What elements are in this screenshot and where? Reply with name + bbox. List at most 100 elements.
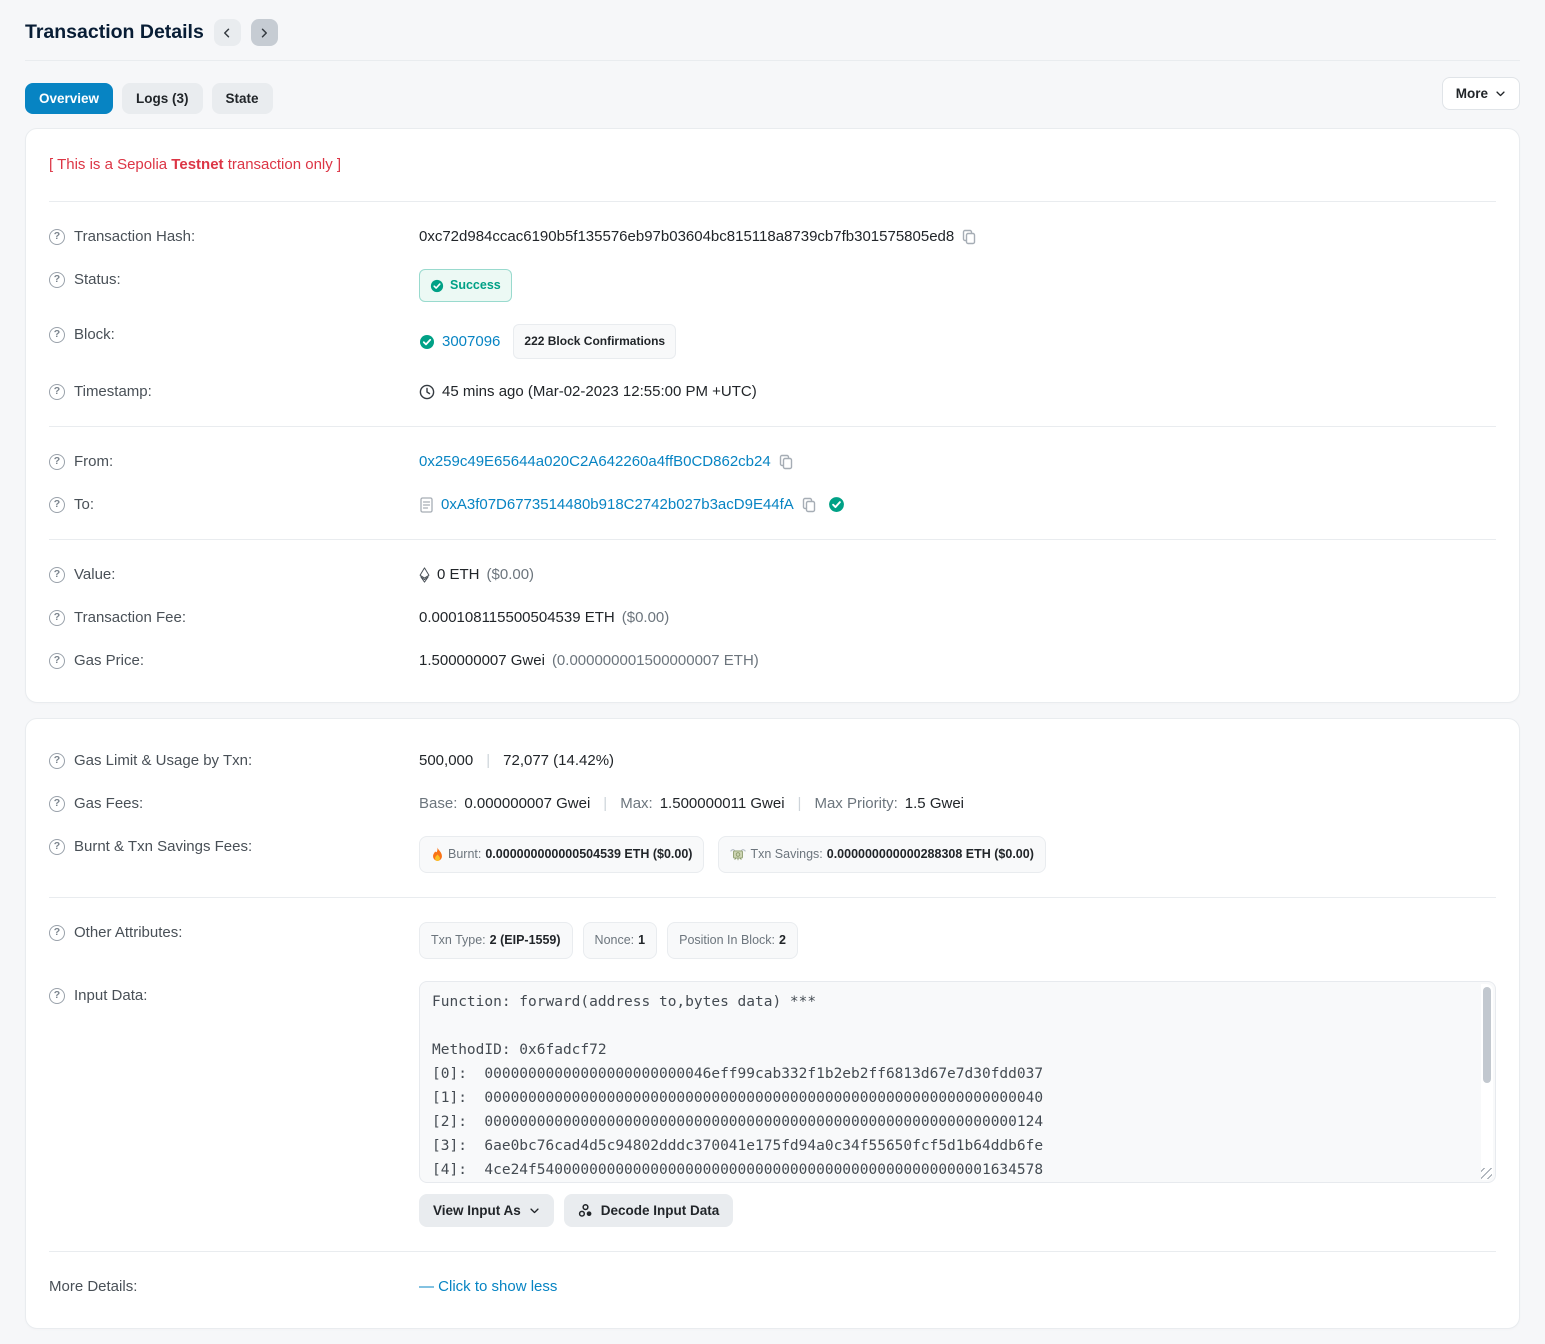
help-icon: ? bbox=[49, 653, 65, 669]
gas-price-label: ? Gas Price: bbox=[49, 650, 419, 671]
copy-icon bbox=[961, 229, 977, 245]
decode-input-data-label: Decode Input Data bbox=[601, 1203, 720, 1218]
to-address-link[interactable]: 0xA3f07D6773514480b918C2742b027b3acD9E44… bbox=[441, 494, 794, 515]
clock-icon bbox=[419, 384, 435, 400]
more-details-label: More Details: bbox=[49, 1276, 419, 1297]
show-less-link[interactable]: — Click to show less bbox=[419, 1276, 557, 1297]
input-data-content: Function: forward(address to,bytes data)… bbox=[432, 990, 1471, 1183]
details-card: ? Gas Limit & Usage by Txn: 500,000 | 72… bbox=[25, 718, 1520, 1329]
gas-limit-label: ? Gas Limit & Usage by Txn: bbox=[49, 750, 419, 771]
transaction-fee-label: ? Transaction Fee: bbox=[49, 607, 419, 628]
tab-state[interactable]: State bbox=[212, 83, 273, 114]
help-icon: ? bbox=[49, 839, 65, 855]
copy-transaction-hash-button[interactable] bbox=[961, 229, 977, 245]
warning-prefix: [ This is a Sepolia bbox=[49, 156, 171, 173]
gas-limit-row: ? Gas Limit & Usage by Txn: 500,000 | 72… bbox=[49, 739, 1496, 782]
more-dropdown-button[interactable]: More bbox=[1442, 77, 1520, 110]
to-label: ? To: bbox=[49, 494, 419, 515]
max-fee-label: Max: bbox=[620, 793, 653, 814]
block-number-link[interactable]: 3007096 bbox=[442, 331, 500, 352]
help-icon: ? bbox=[49, 229, 65, 245]
max-fee-value: 1.500000011 Gwei bbox=[660, 793, 785, 814]
warning-bold: Testnet bbox=[171, 156, 223, 173]
help-icon: ? bbox=[49, 753, 65, 769]
check-circle-icon bbox=[430, 279, 444, 293]
tab-overview[interactable]: Overview bbox=[25, 83, 113, 114]
max-priority-label: Max Priority: bbox=[814, 793, 897, 814]
decode-input-data-button[interactable]: Decode Input Data bbox=[564, 1194, 734, 1227]
gas-fees-row: ? Gas Fees: Base: 0.000000007 Gwei | Max… bbox=[49, 782, 1496, 825]
status-badge: Success bbox=[419, 269, 512, 302]
previous-transaction-button[interactable] bbox=[214, 19, 241, 46]
txn-savings-badge-label: Txn Savings: bbox=[750, 844, 822, 865]
help-icon: ? bbox=[49, 610, 65, 626]
burnt-savings-label: ? Burnt & Txn Savings Fees: bbox=[49, 836, 419, 857]
more-dropdown-label: More bbox=[1456, 86, 1488, 101]
help-icon: ? bbox=[49, 988, 65, 1004]
testnet-warning: [ This is a Sepolia Testnet transaction … bbox=[49, 149, 1496, 188]
other-attributes-row: ? Other Attributes: Txn Type: 2 (EIP-155… bbox=[49, 911, 1496, 970]
from-address-link[interactable]: 0x259c49E65644a020C2A642260a4ffB0CD862cb… bbox=[419, 451, 771, 472]
gas-price-amount: 1.500000007 Gwei bbox=[419, 650, 545, 671]
block-confirmations-badge: 222 Block Confirmations bbox=[513, 324, 676, 359]
view-input-as-label: View Input As bbox=[433, 1203, 521, 1218]
from-row: ? From: 0x259c49E65644a020C2A642260a4ffB… bbox=[49, 440, 1496, 483]
burnt-savings-row: ? Burnt & Txn Savings Fees: Burnt: 0.000… bbox=[49, 825, 1496, 884]
help-icon: ? bbox=[49, 272, 65, 288]
chevron-down-icon bbox=[529, 1205, 540, 1216]
transaction-fee-row: ? Transaction Fee: 0.000108115500504539 … bbox=[49, 596, 1496, 639]
textarea-resize-grip[interactable] bbox=[1481, 1168, 1492, 1179]
transaction-fee-amount: 0.000108115500504539 ETH bbox=[419, 607, 615, 628]
divider bbox=[49, 1251, 1496, 1252]
tab-logs[interactable]: Logs (3) bbox=[122, 83, 203, 114]
block-row: ? Block: 3007096 222 Block Confirmations bbox=[49, 313, 1496, 370]
pipe-separator: | bbox=[480, 750, 496, 771]
chevron-left-icon bbox=[221, 27, 233, 39]
txn-savings-badge-value: 0.000000000000288308 ETH ($0.00) bbox=[827, 844, 1034, 865]
txn-type-badge: Txn Type: 2 (EIP-1559) bbox=[419, 922, 573, 959]
tabs-bar: Overview Logs (3) State More bbox=[25, 61, 1520, 128]
status-row: ? Status: Success bbox=[49, 258, 1496, 313]
blocks-icon bbox=[578, 1203, 593, 1218]
txn-type-value: 2 (EIP-1559) bbox=[490, 930, 561, 951]
more-details-row: More Details: — Click to show less bbox=[49, 1265, 1496, 1308]
copy-from-address-button[interactable] bbox=[778, 454, 794, 470]
fire-icon bbox=[431, 847, 444, 862]
base-fee-value: 0.000000007 Gwei bbox=[464, 793, 590, 814]
help-icon: ? bbox=[49, 384, 65, 400]
value-row: ? Value: 0 ETH ($0.00) bbox=[49, 553, 1496, 596]
burnt-fees-badge: Burnt: 0.000000000000504539 ETH ($0.00) bbox=[419, 836, 704, 873]
txn-savings-badge: Txn Savings: 0.000000000000288308 ETH ($… bbox=[718, 836, 1045, 873]
value-usd: ($0.00) bbox=[487, 564, 535, 585]
burnt-badge-value: 0.000000000000504539 ETH ($0.00) bbox=[485, 844, 692, 865]
divider bbox=[49, 201, 1496, 202]
money-with-wings-icon bbox=[730, 848, 746, 861]
divider bbox=[49, 897, 1496, 898]
page-header: Transaction Details bbox=[25, 0, 1520, 60]
input-data-row: ? Input Data: Function: forward(address … bbox=[49, 970, 1496, 1238]
value-amount: 0 ETH bbox=[437, 564, 480, 585]
timestamp-row: ? Timestamp: 45 mins ago (Mar-02-2023 12… bbox=[49, 370, 1496, 413]
input-data-actions: View Input As Decode Input Data bbox=[419, 1194, 1496, 1227]
next-transaction-button[interactable] bbox=[251, 19, 278, 46]
copy-icon bbox=[801, 497, 817, 513]
divider bbox=[49, 539, 1496, 540]
page-title: Transaction Details bbox=[25, 21, 204, 44]
position-in-block-value: 2 bbox=[779, 930, 786, 951]
value-label: ? Value: bbox=[49, 564, 419, 585]
position-in-block-label: Position In Block: bbox=[679, 930, 775, 951]
chevron-right-icon bbox=[258, 27, 270, 39]
from-label: ? From: bbox=[49, 451, 419, 472]
view-input-as-dropdown[interactable]: View Input As bbox=[419, 1194, 554, 1227]
copy-to-address-button[interactable] bbox=[801, 497, 817, 513]
input-data-textarea[interactable]: Function: forward(address to,bytes data)… bbox=[419, 981, 1496, 1183]
help-icon: ? bbox=[49, 567, 65, 583]
chevron-down-icon bbox=[1495, 88, 1506, 99]
copy-icon bbox=[778, 454, 794, 470]
input-scrollbar-track[interactable] bbox=[1481, 984, 1493, 1180]
nonce-label: Nonce: bbox=[595, 930, 635, 951]
nonce-badge: Nonce: 1 bbox=[583, 922, 658, 959]
timestamp-label: ? Timestamp: bbox=[49, 381, 419, 402]
input-scrollbar-thumb[interactable] bbox=[1483, 987, 1491, 1083]
help-icon: ? bbox=[49, 327, 65, 343]
